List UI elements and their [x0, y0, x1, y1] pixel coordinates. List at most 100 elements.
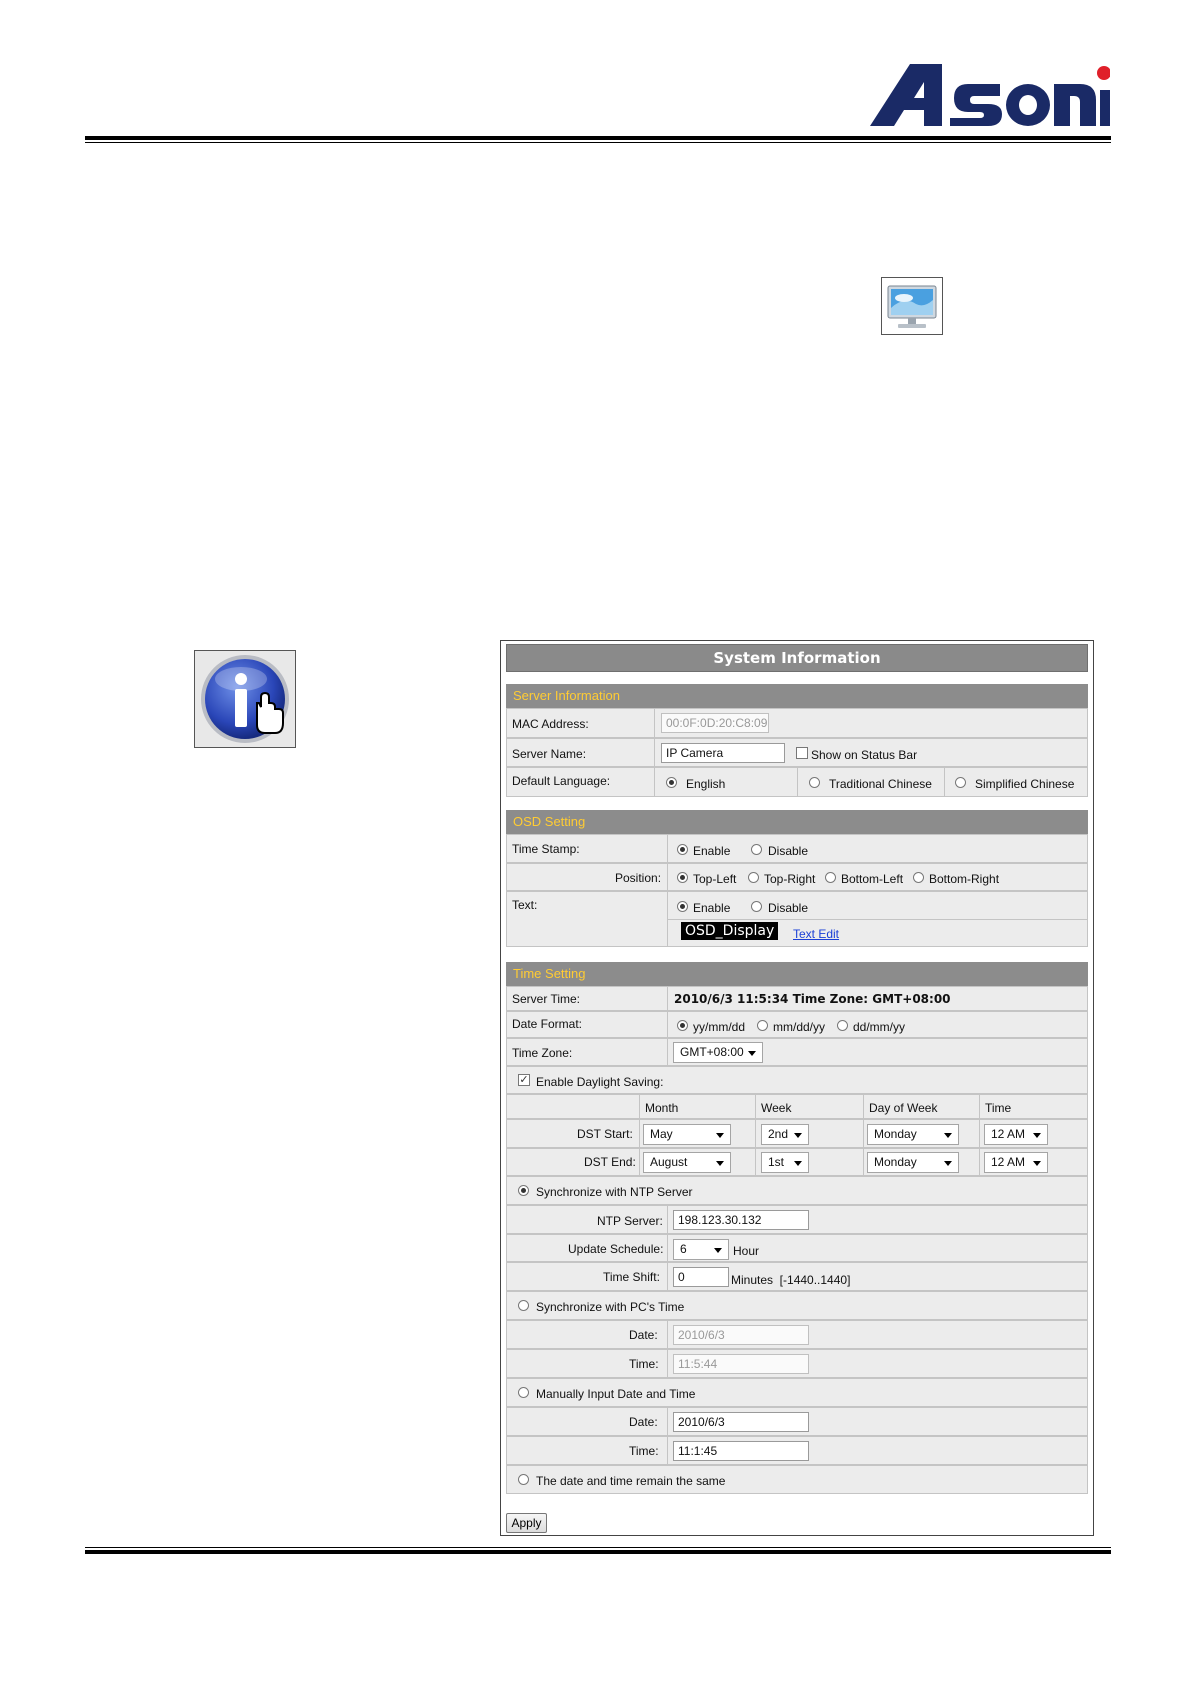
system-information-panel: System Information Server Information MA… [500, 640, 1094, 1536]
row-update-schedule: Update Schedule: 6 Hour [506, 1234, 1088, 1262]
section-server-information: Server Information [506, 684, 1088, 708]
position-top-right-radio[interactable] [748, 872, 759, 883]
manual-date-label: Date: [629, 1415, 658, 1429]
show-on-status-bar-checkbox[interactable] [796, 747, 808, 759]
text-disable-radio[interactable] [751, 901, 762, 912]
language-simplified-chinese-label: Simplified Chinese [975, 777, 1075, 791]
chevron-down-icon [794, 1133, 802, 1138]
time-stamp-enable-radio[interactable] [677, 844, 688, 855]
row-time-zone: Time Zone: GMT+08:00 [506, 1038, 1088, 1066]
row-server-name: Server Name: IP Camera Show on Status Ba… [506, 738, 1088, 767]
position-top-left-radio[interactable] [677, 872, 688, 883]
text-enable-radio[interactable] [677, 901, 688, 912]
language-traditional-chinese-label: Traditional Chinese [829, 777, 932, 791]
dst-start-month-select[interactable]: May [643, 1124, 731, 1145]
dst-end-month-select[interactable]: August [643, 1152, 731, 1173]
time-stamp-label: Time Stamp: [512, 842, 580, 856]
dst-end-label: DST End: [584, 1155, 636, 1169]
footer-rule-thin [85, 1547, 1111, 1548]
text-label: Text: [512, 898, 538, 912]
chevron-down-icon [944, 1161, 952, 1166]
row-sync-pc: Synchronize with PC's Time [506, 1291, 1088, 1320]
dst-start-day-select[interactable]: Monday [867, 1124, 959, 1145]
section-time-setting: Time Setting [506, 962, 1088, 986]
chevron-down-icon [1033, 1161, 1041, 1166]
pc-date-label: Date: [629, 1328, 658, 1342]
sync-ntp-radio[interactable] [518, 1185, 529, 1196]
text-enable-label: Enable [693, 901, 731, 915]
position-bottom-right-label: Bottom-Right [929, 872, 1000, 886]
sync-pc-radio[interactable] [518, 1300, 529, 1311]
chevron-down-icon [748, 1051, 756, 1056]
dst-start-label: DST Start: [577, 1127, 633, 1141]
pc-time-label: Time: [629, 1357, 659, 1371]
time-shift-input[interactable]: 0 [673, 1267, 729, 1287]
manual-time-input[interactable]: 11:1:45 [673, 1441, 809, 1461]
asoni-logo [870, 64, 1110, 126]
update-schedule-select[interactable]: 6 [673, 1239, 729, 1260]
text-disable-label: Disable [768, 901, 809, 915]
date-format-ddmmyy-radio[interactable] [837, 1020, 848, 1031]
dst-header-time: Time [985, 1101, 1012, 1115]
text-edit-link[interactable]: Text Edit [793, 927, 839, 941]
row-time-shift: Time Shift: 0 Minutes [-1440..1440] [506, 1262, 1088, 1291]
time-stamp-disable-radio[interactable] [751, 844, 762, 855]
date-format-mmddyy-radio[interactable] [757, 1020, 768, 1031]
remain-same-label: The date and time remain the same [536, 1474, 726, 1488]
header-rule-thin [85, 142, 1111, 143]
dst-start-time-select[interactable]: 12 AM [984, 1124, 1048, 1145]
position-bottom-right-radio[interactable] [913, 872, 924, 883]
dst-start-week-select[interactable]: 2nd [761, 1124, 809, 1145]
time-stamp-enable-label: Enable [693, 844, 731, 858]
dst-end-day-select[interactable]: Monday [867, 1152, 959, 1173]
position-bottom-left-radio[interactable] [825, 872, 836, 883]
language-english-radio[interactable] [666, 777, 677, 788]
row-position: Position: Top-Left Top-Right Bottom-Left… [506, 863, 1088, 891]
server-time-value: 2010/6/3 11:5:34 Time Zone: GMT+08:00 [674, 992, 951, 1006]
row-time-stamp: Time Stamp: Enable Disable [506, 834, 1088, 863]
dst-end-time-select[interactable]: 12 AM [984, 1152, 1048, 1173]
server-time-label: Server Time: [512, 992, 581, 1006]
system-info-icon [194, 650, 296, 748]
position-top-left-label: Top-Left [693, 872, 737, 886]
remain-same-radio[interactable] [518, 1474, 529, 1485]
pc-date-field: 2010/6/3 [673, 1325, 809, 1345]
date-format-ddmmyy-label: dd/mm/yy [853, 1020, 906, 1034]
dst-header-week: Week [761, 1101, 792, 1115]
position-bottom-left-label: Bottom-Left [841, 872, 904, 886]
time-zone-label: Time Zone: [512, 1046, 573, 1060]
sync-ntp-label: Synchronize with NTP Server [536, 1185, 693, 1199]
dst-end-row: DST End: August 1st Monday 12 AM [506, 1148, 1088, 1176]
sync-pc-label: Synchronize with PC's Time [536, 1300, 685, 1314]
date-format-mmddyy-label: mm/dd/yy [773, 1020, 826, 1034]
time-shift-unit: Minutes [-1440..1440] [731, 1273, 851, 1287]
dst-end-week-select[interactable]: 1st [761, 1152, 809, 1173]
apply-button[interactable]: Apply [506, 1513, 547, 1533]
header-rule [85, 136, 1111, 140]
date-format-yymmdd-radio[interactable] [677, 1020, 688, 1031]
server-name-input[interactable]: IP Camera [661, 743, 785, 763]
manual-date-input[interactable]: 2010/6/3 [673, 1412, 809, 1432]
chevron-down-icon [944, 1133, 952, 1138]
row-date-format: Date Format: yy/mm/dd mm/dd/yy dd/mm/yy [506, 1011, 1088, 1038]
chevron-down-icon [794, 1161, 802, 1166]
row-sync-ntp: Synchronize with NTP Server [506, 1176, 1088, 1205]
time-zone-select[interactable]: GMT+08:00 [673, 1042, 763, 1063]
language-traditional-chinese-radio[interactable] [809, 777, 820, 788]
language-simplified-chinese-radio[interactable] [955, 777, 966, 788]
manual-input-radio[interactable] [518, 1387, 529, 1398]
mac-address-field: 00:0F:0D:20:C8:09 [661, 713, 769, 733]
show-on-status-bar-label: Show on Status Bar [811, 748, 918, 762]
live-view-monitor-icon [881, 277, 943, 335]
chevron-down-icon [1033, 1133, 1041, 1138]
dst-start-row: DST Start: May 2nd Monday 12 AM [506, 1119, 1088, 1148]
time-shift-label: Time Shift: [603, 1270, 660, 1284]
daylight-saving-checkbox[interactable]: ✓ [518, 1074, 530, 1086]
default-language-label: Default Language: [512, 774, 611, 788]
dst-header-row: Month Week Day of Week Time [506, 1094, 1088, 1119]
update-schedule-label: Update Schedule: [568, 1242, 664, 1256]
ntp-server-input[interactable]: 198.123.30.132 [673, 1210, 809, 1230]
position-label: Position: [615, 871, 662, 885]
row-remain-same: The date and time remain the same [506, 1465, 1088, 1494]
row-manual-time: Time: 11:1:45 [506, 1436, 1088, 1465]
